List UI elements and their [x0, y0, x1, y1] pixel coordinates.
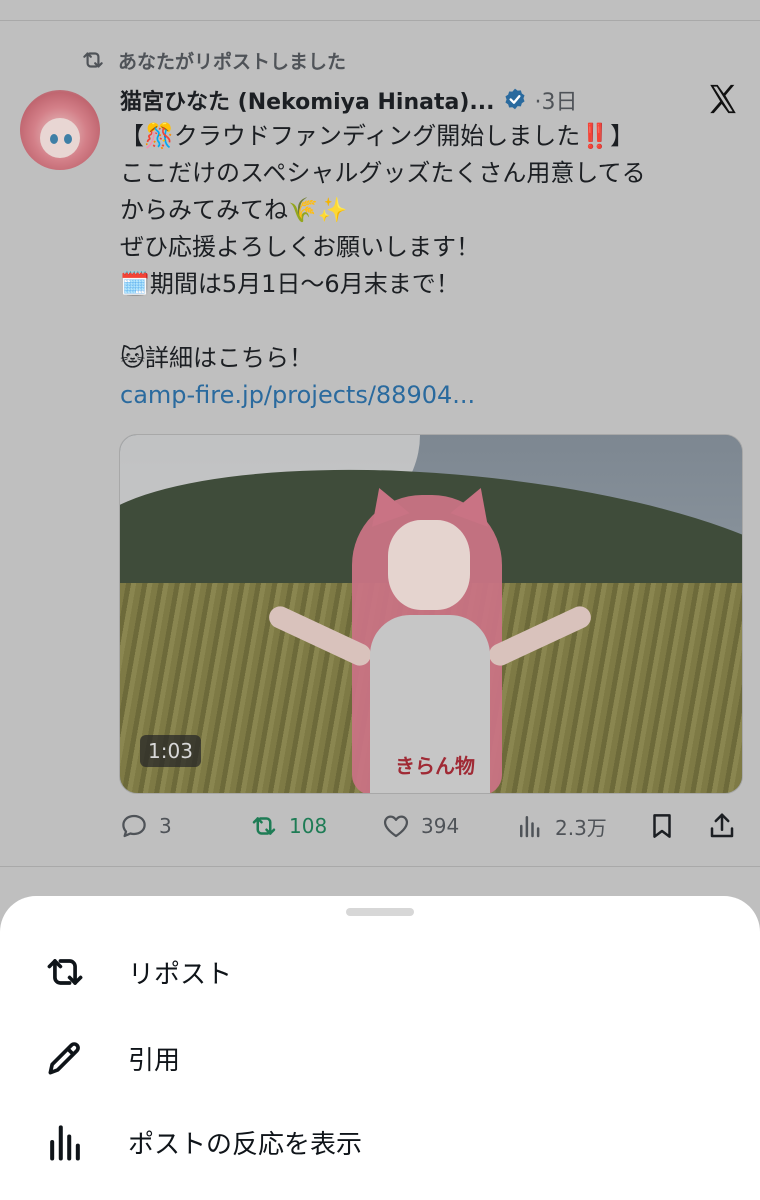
tweet-text: 【🎊クラウドファンディング開始しました‼️】 ここだけのスペシャルグッズたくさん… [120, 118, 740, 414]
reply-button[interactable]: 3 [119, 806, 172, 846]
tweet-line: からみてみてね🌾✨ [120, 196, 348, 224]
reply-count: 3 [159, 814, 172, 838]
avatar-eye [50, 134, 58, 144]
author-name[interactable]: 猫宮ひなた (Nekomiya Hinata)... [120, 84, 494, 116]
like-button[interactable]: 394 [381, 806, 459, 846]
repost-button[interactable]: 108 [249, 806, 327, 846]
divider [0, 20, 760, 21]
share-icon [710, 813, 734, 838]
tweet-actions: 3 108 394 2.3万 [119, 806, 741, 846]
analytics-icon [40, 1117, 90, 1167]
share-button[interactable] [707, 806, 737, 846]
pencil-icon [40, 1033, 90, 1083]
heart-icon [383, 815, 409, 838]
repost-notice-text: あなたがリポストしました [118, 50, 347, 73]
post-time[interactable]: ·3日 [534, 84, 577, 116]
character-face [388, 520, 470, 610]
avatar-face [40, 118, 80, 158]
views-button[interactable]: 2.3万 [515, 806, 607, 846]
repost-count: 108 [289, 814, 328, 838]
verified-badge-icon [505, 88, 526, 110]
tweet-header: 猫宮ひなた (Nekomiya Hinata)... ·3日 [120, 82, 577, 118]
tweet-line: 🐱詳細はこちら！ [120, 344, 314, 372]
sheet-drag-handle[interactable] [346, 908, 414, 916]
reply-icon [122, 814, 146, 838]
analytics-icon [520, 816, 540, 838]
sheet-item-repost[interactable]: リポスト [0, 942, 760, 1002]
shirt-text: きらん物 [395, 754, 475, 778]
tweet-link[interactable]: camp-fire.jp/projects/88904... [120, 377, 740, 414]
view-count: 2.3万 [555, 815, 607, 840]
avatar-eye [64, 134, 72, 144]
video-thumbnail[interactable]: きらん物 1:03 [119, 434, 743, 794]
repost-notice: あなたがリポストしました [80, 46, 346, 74]
x-logo-icon [710, 84, 736, 114]
video-duration: 1:03 [140, 735, 201, 767]
sheet-item-label: ポストの反応を表示 [128, 1129, 363, 1160]
tweet-line: 【🎊クラウドファンディング開始しました‼️】 [120, 122, 635, 150]
tweet-line: ここだけのスペシャルグッズたくさん用意してる [120, 159, 646, 187]
tweet-line: 🗓️期間は5月1日〜6月末まで！ [120, 270, 460, 298]
bookmark-button[interactable] [647, 806, 677, 846]
avatar[interactable] [20, 90, 100, 170]
like-count: 394 [421, 814, 460, 838]
repost-icon [83, 52, 103, 68]
sheet-item-label: 引用 [128, 1045, 181, 1076]
sheet-item-view-reactions[interactable]: ポストの反応を表示 [0, 1112, 760, 1172]
sheet-item-quote[interactable]: 引用 [0, 1028, 760, 1088]
bookmark-icon [653, 814, 671, 838]
sheet-item-label: リポスト [128, 959, 233, 990]
repost-bottom-sheet: リポスト 引用 ポストの反応を表示 [0, 896, 760, 1200]
repost-icon [252, 817, 276, 835]
repost-icon [40, 947, 90, 997]
tweet-line: ぜひ応援よろしくお願いします！ [120, 233, 480, 261]
divider [0, 866, 760, 867]
